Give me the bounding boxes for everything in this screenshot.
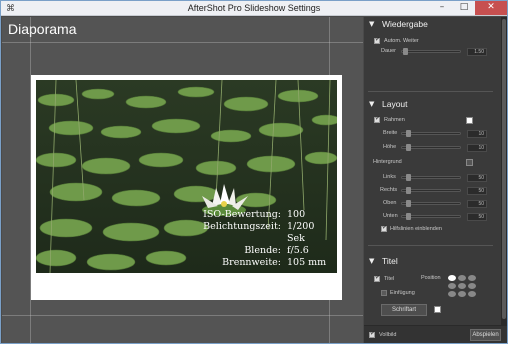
section-layout-title: Layout bbox=[382, 99, 408, 109]
left-margin-slider[interactable] bbox=[401, 174, 461, 181]
title-color-swatch[interactable] bbox=[434, 306, 441, 313]
inset-label: Einfügung bbox=[390, 290, 415, 296]
top-margin-label: Oben bbox=[383, 200, 397, 206]
duration-slider-knob[interactable] bbox=[403, 48, 408, 55]
right-margin-value-field[interactable]: 50 bbox=[467, 187, 487, 195]
panel-bottom-bar: Vollbild Abspielen bbox=[364, 325, 507, 343]
title-bar: ⌘ AfterShot Pro Slideshow Settings – □ ✕ bbox=[1, 1, 507, 16]
frame-color-swatch[interactable] bbox=[466, 117, 473, 124]
collapse-triangle-icon[interactable]: ▼ bbox=[369, 20, 374, 28]
title-position-grid[interactable] bbox=[448, 275, 478, 297]
width-label: Breite bbox=[383, 130, 398, 136]
width-slider-knob[interactable] bbox=[406, 130, 411, 137]
duration-value-field[interactable]: 1.50 bbox=[467, 48, 487, 56]
slide-photo: ISO-Bewertung: 100 Belichtungszeit: 1/200 … bbox=[36, 80, 337, 273]
right-margin-slider[interactable] bbox=[401, 187, 461, 194]
height-slider[interactable] bbox=[401, 144, 461, 151]
bottom-margin-label: Unten bbox=[383, 213, 398, 219]
slideshow-preview: Diaporama ISO-Bewertung: 100 Belichtungs… bbox=[2, 17, 363, 343]
exif-iso-value: 100 bbox=[287, 209, 306, 220]
width-slider[interactable] bbox=[401, 130, 461, 137]
bottom-margin-value-field[interactable]: 50 bbox=[467, 213, 487, 221]
frame-checkbox[interactable] bbox=[374, 115, 380, 123]
position-bottom-right[interactable] bbox=[468, 291, 476, 297]
frame-label: Rahmen bbox=[384, 117, 405, 123]
right-margin-label: Rechts bbox=[380, 187, 398, 193]
duration-label: Dauer bbox=[381, 48, 396, 54]
slide-frame: ISO-Bewertung: 100 Belichtungszeit: 1/200 … bbox=[31, 75, 342, 300]
exif-shutter-value: 1/200 Sek bbox=[287, 221, 315, 244]
maximize-button[interactable]: □ bbox=[453, 1, 475, 15]
exif-shutter-label: Belichtungszeit: bbox=[203, 221, 281, 232]
settings-panel: ▼ Wiedergabe Autom. Weiter Dauer 1.50 ▼ … bbox=[364, 17, 507, 343]
position-bottom-left[interactable] bbox=[448, 291, 456, 297]
top-margin-value-field[interactable]: 50 bbox=[467, 200, 487, 208]
fullscreen-checkbox[interactable] bbox=[369, 330, 375, 338]
bottom-margin-slider[interactable] bbox=[401, 213, 461, 220]
collapse-triangle-icon[interactable]: ▼ bbox=[369, 100, 374, 108]
left-margin-slider-knob[interactable] bbox=[406, 174, 411, 181]
background-label: Hintergrund bbox=[373, 159, 402, 165]
height-slider-knob[interactable] bbox=[406, 144, 411, 151]
exif-focal-label: Brennweite: bbox=[222, 257, 281, 268]
exif-aperture-label: Blende: bbox=[244, 245, 281, 256]
scrollbar-thumb[interactable] bbox=[502, 19, 506, 319]
font-button[interactable]: Schriftart bbox=[381, 304, 427, 316]
panel-scrollbar[interactable] bbox=[501, 17, 507, 325]
auto-advance-checkbox[interactable] bbox=[374, 36, 380, 44]
show-guides-label: Hilfslinien einblenden bbox=[390, 226, 442, 232]
left-margin-value-field[interactable]: 50 bbox=[467, 174, 487, 182]
section-titel-header[interactable]: ▼ Titel bbox=[364, 255, 501, 269]
inset-checkbox[interactable] bbox=[381, 290, 387, 296]
top-margin-slider[interactable] bbox=[401, 200, 461, 207]
duration-slider[interactable] bbox=[401, 48, 461, 55]
fullscreen-label: Vollbild bbox=[379, 332, 397, 338]
close-button[interactable]: ✕ bbox=[475, 1, 507, 15]
section-wiedergabe-header[interactable]: ▼ Wiedergabe bbox=[364, 18, 501, 32]
play-button[interactable]: Abspielen bbox=[470, 329, 501, 341]
position-top-left[interactable] bbox=[448, 275, 456, 281]
section-titel-title: Titel bbox=[382, 256, 398, 266]
position-bottom-center[interactable] bbox=[458, 291, 466, 297]
collapse-triangle-icon[interactable]: ▼ bbox=[369, 257, 374, 265]
auto-advance-label: Autom. Weiter bbox=[384, 38, 419, 44]
background-color-swatch[interactable] bbox=[466, 159, 473, 166]
minimize-button[interactable]: – bbox=[431, 1, 453, 15]
width-value-field[interactable]: 10 bbox=[467, 130, 487, 138]
section-layout-header[interactable]: ▼ Layout bbox=[364, 98, 501, 112]
position-top-right[interactable] bbox=[468, 275, 476, 281]
bottom-margin-slider-knob[interactable] bbox=[406, 213, 411, 220]
height-value-field[interactable]: 10 bbox=[467, 144, 487, 152]
section-wiedergabe-title: Wiedergabe bbox=[382, 19, 428, 29]
title-label: Titel bbox=[384, 276, 395, 282]
guide-line-bottom bbox=[2, 315, 363, 316]
exif-iso-label: ISO-Bewertung: bbox=[203, 209, 281, 220]
position-top-center[interactable] bbox=[458, 275, 466, 281]
height-label: Höhe bbox=[383, 144, 397, 150]
position-middle-left[interactable] bbox=[448, 283, 456, 289]
section-separator bbox=[368, 245, 493, 246]
position-middle-right[interactable] bbox=[468, 283, 476, 289]
preview-heading: Diaporama bbox=[8, 21, 77, 37]
exif-focal-value: 105 mm bbox=[287, 257, 327, 268]
title-checkbox[interactable] bbox=[374, 274, 380, 282]
show-guides-checkbox[interactable] bbox=[381, 224, 387, 232]
exif-info-overlay: ISO-Bewertung: 100 Belichtungszeit: 1/200 … bbox=[203, 209, 331, 269]
exif-aperture-value: f/5.6 bbox=[287, 245, 309, 256]
guide-line-top bbox=[2, 42, 363, 43]
section-separator bbox=[368, 91, 493, 92]
slideshow-settings-window: ⌘ AfterShot Pro Slideshow Settings – □ ✕… bbox=[0, 0, 508, 344]
top-margin-slider-knob[interactable] bbox=[406, 200, 411, 207]
position-middle-center[interactable] bbox=[458, 283, 466, 289]
left-margin-label: Links bbox=[383, 174, 396, 180]
position-label: Position bbox=[421, 275, 441, 281]
right-margin-slider-knob[interactable] bbox=[406, 187, 411, 194]
